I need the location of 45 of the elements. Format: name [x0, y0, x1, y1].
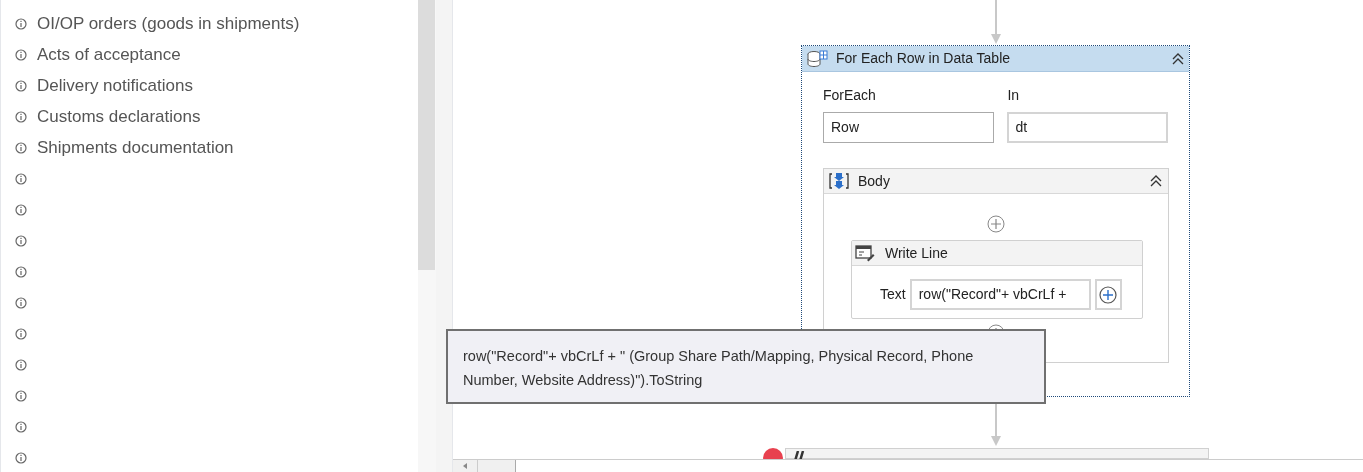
scroll-left-icon[interactable] — [461, 462, 469, 470]
sequence-icon — [828, 172, 850, 190]
field-label: Text — [880, 285, 906, 304]
note-label: OI/OP orders (goods in shipments) — [37, 12, 300, 35]
info-icon — [15, 327, 27, 340]
connector-arrow — [990, 0, 1002, 44]
info-icon — [15, 420, 27, 433]
input-field[interactable]: dt — [1007, 112, 1168, 143]
input-field[interactable]: Row — [823, 112, 995, 143]
info-icon — [15, 172, 27, 185]
info-icon — [15, 17, 27, 30]
collapse-icon[interactable] — [1171, 51, 1185, 66]
field-label: In — [1007, 86, 1021, 105]
info-icon — [15, 48, 27, 61]
field-label: ForEach — [823, 86, 877, 105]
info-icon — [15, 234, 27, 247]
console-icon — [855, 244, 875, 262]
database-icon — [806, 49, 828, 68]
info-icon — [15, 451, 27, 464]
body-title: Body — [858, 171, 891, 191]
expression-button[interactable] — [1094, 279, 1122, 310]
scrollbar-thumb[interactable] — [418, 0, 435, 270]
info-icon — [15, 358, 27, 371]
grip-icon — [792, 451, 806, 461]
note-label: Delivery notifications — [37, 74, 193, 97]
note-label: Shipments documentation — [37, 136, 234, 159]
add-activity-icon[interactable] — [987, 215, 1005, 233]
activity-title: Write Line — [885, 243, 948, 263]
note-label: Acts of acceptance — [37, 43, 181, 66]
tooltip: row("Record"+ vbCrLf + " (Group Share Path/Mapping, Physical Record, Phone Number, Website Address)").ToString — [446, 329, 1046, 404]
info-icon — [15, 265, 27, 278]
info-icon — [15, 389, 27, 402]
info-icon — [15, 79, 27, 92]
text-field[interactable]: row("Record"+ vbCrLf + — [909, 279, 1091, 310]
plus-icon — [1099, 285, 1118, 304]
connector-arrow — [990, 404, 1002, 446]
write-line-activity[interactable]: Write Line Text row("Record"+ vbCrLf + — [851, 240, 1143, 319]
activity-title: For Each Row in Data Table — [836, 49, 1012, 68]
info-icon — [15, 203, 27, 216]
info-icon — [15, 296, 27, 309]
collapse-icon[interactable] — [1149, 174, 1163, 188]
info-icon — [15, 141, 27, 154]
info-icon — [15, 110, 27, 123]
note-label: Customs declarations — [37, 105, 201, 128]
splitter[interactable] — [436, 0, 453, 472]
